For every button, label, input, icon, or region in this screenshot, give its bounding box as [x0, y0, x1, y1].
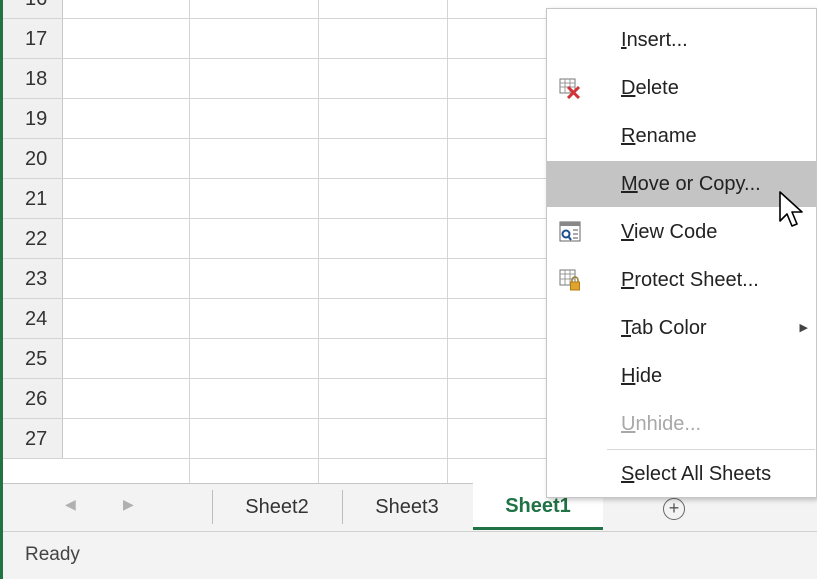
menu-item-move-or-copy[interactable]: Move or Copy... [547, 161, 816, 207]
menu-item-label: Rename [621, 125, 697, 147]
scroll-tabs-right-icon[interactable]: ▶ [123, 496, 134, 513]
menu-item-protect-sheet[interactable]: Protect Sheet... [547, 257, 816, 303]
column-gridline [318, 0, 319, 483]
menu-item-label: Insert... [621, 29, 688, 51]
row-header[interactable]: 21 [3, 179, 63, 218]
status-text: Ready [25, 544, 80, 565]
column-gridline [447, 0, 448, 483]
row-header[interactable]: 25 [3, 339, 63, 378]
row-header[interactable]: 17 [3, 19, 63, 58]
row-header[interactable]: 16 [3, 0, 63, 18]
menu-item-unhide-label: Unhide... [547, 401, 816, 447]
menu-item-label: Tab Color [621, 317, 707, 339]
row-header[interactable]: 23 [3, 259, 63, 298]
tab-sheet3[interactable]: Sheet3 [343, 484, 471, 531]
menu-item-label: Delete [621, 77, 679, 99]
column-gridline [189, 0, 190, 483]
menu-item-view-code[interactable]: View Code [547, 209, 816, 255]
status-bar: Ready [3, 531, 817, 579]
menu-item-label: Unhide... [621, 413, 702, 435]
menu-item-delete[interactable]: Delete [547, 65, 816, 111]
menu-item-select-all-sheets[interactable]: Select All Sheets [547, 451, 816, 497]
add-sheet-button[interactable]: + [663, 498, 685, 520]
menu-item-label: Select All Sheets [621, 463, 772, 485]
tab-sheet2[interactable]: Sheet2 [213, 484, 341, 531]
menu-item-label: Protect Sheet... [621, 269, 759, 291]
row-header[interactable]: 20 [3, 139, 63, 178]
delete-sheet-icon [559, 78, 581, 99]
menu-item-hide[interactable]: Hide [547, 353, 816, 399]
menu-item-tab-color[interactable]: Tab Color ▶ [547, 305, 816, 351]
row-header[interactable]: 18 [3, 59, 63, 98]
row-header[interactable]: 22 [3, 219, 63, 258]
menu-item-label: Hide [621, 365, 663, 387]
view-code-icon [559, 221, 581, 242]
menu-item-insert[interactable]: Insert... [547, 17, 816, 63]
menu-separator [607, 449, 815, 450]
row-header[interactable]: 24 [3, 299, 63, 338]
menu-item-label: Move or Copy... [621, 173, 761, 195]
submenu-arrow-icon: ▶ [799, 322, 808, 334]
mouse-cursor-icon [779, 191, 803, 227]
row-header[interactable]: 19 [3, 99, 63, 138]
row-header[interactable]: 26 [3, 379, 63, 418]
sheet-context-menu: Insert... Delete Rename Move or Copy... … [546, 8, 817, 498]
protect-sheet-icon [559, 269, 580, 291]
menu-item-rename[interactable]: Rename [547, 113, 816, 159]
menu-item-label: View Code [621, 221, 718, 243]
row-header[interactable]: 27 [3, 419, 63, 458]
scroll-tabs-left-icon[interactable]: ◀ [65, 496, 76, 513]
